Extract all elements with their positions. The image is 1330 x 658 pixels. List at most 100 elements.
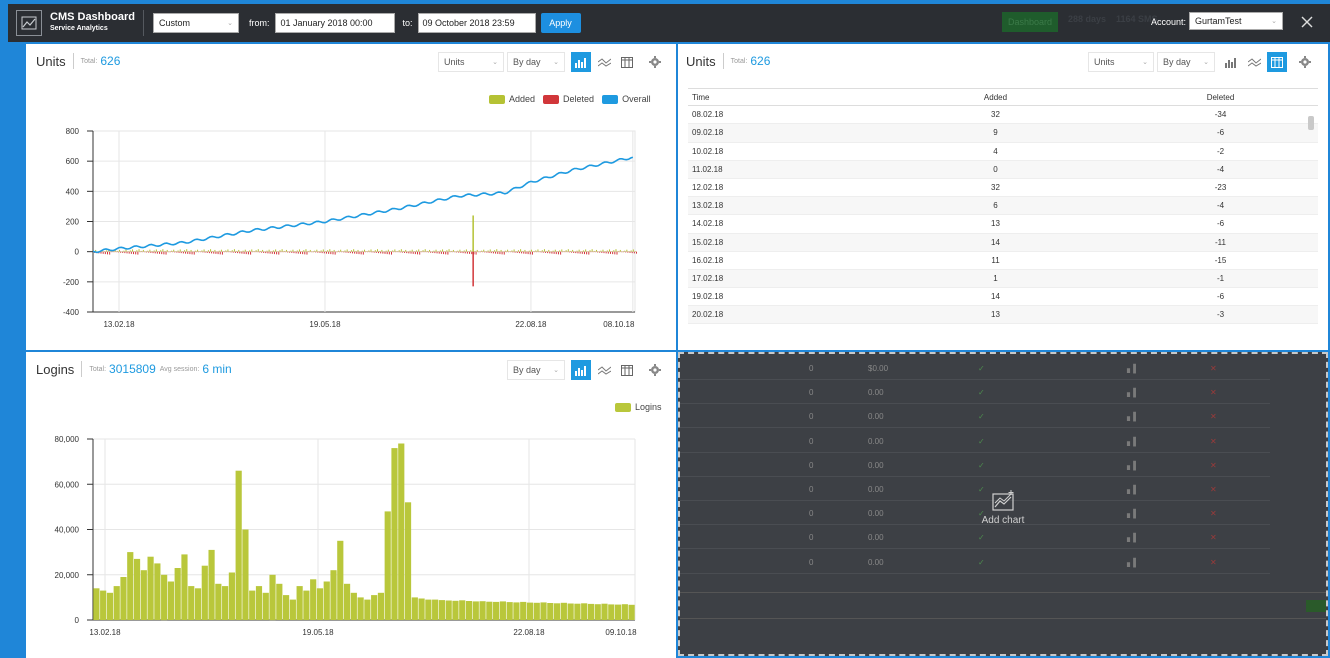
bar-deleted xyxy=(325,251,327,254)
bar-added xyxy=(442,249,444,252)
bar-deleted xyxy=(315,251,317,253)
bar-added xyxy=(119,249,121,252)
bar-deleted xyxy=(544,251,546,253)
table-row[interactable]: 09.02.18 9 -6 xyxy=(688,124,1318,143)
bar-added xyxy=(134,251,136,252)
bar-deleted xyxy=(484,251,486,253)
period-dropdown[interactable]: By day ⌄ xyxy=(1157,52,1215,72)
table-row[interactable]: 16.02.18 11 -15 xyxy=(688,252,1318,270)
bar-deleted xyxy=(302,251,304,255)
bar-deleted xyxy=(577,251,579,254)
table-cell: 14.02.18 xyxy=(692,219,724,229)
total-label: Total: xyxy=(730,57,748,65)
bar-deleted xyxy=(566,251,568,253)
bar-added xyxy=(582,250,584,252)
table-row[interactable]: 10.02.18 4 -2 xyxy=(688,143,1318,161)
bar-deleted xyxy=(152,251,154,254)
table-row[interactable]: 13.02.18 6 -4 xyxy=(688,197,1318,216)
column-header[interactable]: Added xyxy=(868,93,1123,102)
bar-added xyxy=(491,251,493,252)
scrollbar-thumb[interactable] xyxy=(1308,116,1314,130)
bar-added xyxy=(335,251,337,253)
bar-deleted xyxy=(306,251,308,255)
table-cell: 14 xyxy=(991,237,1000,247)
bar-deleted xyxy=(215,251,217,254)
table-row[interactable]: 19.02.18 14 -6 xyxy=(688,288,1318,307)
add-chart-button[interactable]: Add chart xyxy=(980,490,1026,526)
bar-deleted xyxy=(102,251,104,254)
bar-added xyxy=(533,251,535,252)
bar-added xyxy=(246,251,248,252)
bar-deleted xyxy=(139,251,141,253)
bar-deleted xyxy=(421,251,423,253)
table-row[interactable]: 12.02.18 32 -23 xyxy=(688,179,1318,198)
bar-added xyxy=(175,251,177,252)
close-icon[interactable] xyxy=(1298,13,1316,31)
table-cell: 14 xyxy=(991,292,1000,302)
bar-deleted xyxy=(200,251,202,253)
bg-cell: 0 xyxy=(809,509,814,519)
bar-logins xyxy=(404,502,412,620)
scrollbar[interactable] xyxy=(1308,110,1314,328)
table-row[interactable]: 11.02.18 0 -4 xyxy=(688,160,1318,179)
bar-added xyxy=(366,251,368,252)
bar-added xyxy=(457,250,459,252)
bar-added xyxy=(409,250,411,252)
bar-added xyxy=(635,251,636,252)
account-select[interactable]: GurtamTest ⌄ xyxy=(1189,12,1283,30)
from-date-input[interactable]: 01 January 2018 00:00 xyxy=(275,13,396,33)
column-header[interactable]: Deleted xyxy=(1123,93,1318,102)
bar-deleted xyxy=(120,251,122,253)
range-preset-select[interactable]: Custom ⌄ xyxy=(152,13,239,33)
table-row[interactable]: 14.02.18 13 -6 xyxy=(688,215,1318,234)
bar-deleted xyxy=(570,251,572,253)
to-date-input[interactable]: 09 October 2018 23:59 xyxy=(417,13,536,33)
bar-logins xyxy=(215,583,222,620)
bar-added xyxy=(242,250,244,252)
table-cell: 32 xyxy=(991,183,1000,193)
bar-deleted xyxy=(510,251,512,253)
bar-added xyxy=(478,251,480,253)
bar-deleted xyxy=(514,251,516,253)
table-row[interactable]: 15.02.18 14 -11 xyxy=(688,233,1318,252)
table-view-icon[interactable] xyxy=(1267,52,1287,72)
bar-chart-icon: ▖▌ xyxy=(1127,485,1139,494)
table-row[interactable]: 20.02.18 13 -3 xyxy=(688,306,1318,325)
bar-deleted xyxy=(607,251,609,254)
x-tick-label: 22.08.18 xyxy=(513,628,545,637)
bar-deleted xyxy=(224,251,226,253)
bar-added xyxy=(207,250,209,252)
check-icon: ✓ xyxy=(978,364,985,373)
bar-added xyxy=(567,249,569,252)
table-row[interactable]: 17.02.18 1 -1 xyxy=(688,269,1318,289)
bar-logins xyxy=(228,572,235,620)
bar-logins xyxy=(560,602,567,620)
bar-added xyxy=(123,250,125,252)
bar-deleted xyxy=(133,251,135,255)
bar-deleted xyxy=(124,251,126,254)
y-tick-label: 0 xyxy=(75,616,80,625)
bar-chart-view-icon[interactable] xyxy=(1221,52,1241,72)
bar-added xyxy=(598,251,600,253)
gear-icon[interactable] xyxy=(1295,52,1315,72)
bg-table-row: 0 0.00 ✓ ▖▌ ✕ xyxy=(680,404,1270,429)
line-chart-view-icon[interactable] xyxy=(1244,52,1264,72)
apply-button[interactable]: Apply xyxy=(540,13,581,33)
table-cell: -23 xyxy=(1214,183,1227,193)
metric-dropdown[interactable]: Units ⌄ xyxy=(1088,52,1154,72)
bar-chart-icon: ▖▌ xyxy=(1127,460,1139,470)
bg-cell: 0 xyxy=(809,533,814,543)
add-chart-dropzone[interactable]: 0 $0.00 ✓ ▖▌ ✕ 0 0.00 ✓ ▖▌ ✕ 0 0.00 ✓ ▖▌ ✕ 0 0.00 ✓ ▖▌ ✕ 0 0.… xyxy=(678,352,1328,656)
bg-cell: 0 xyxy=(809,388,814,398)
bar-deleted xyxy=(256,251,258,253)
bar-logins xyxy=(208,549,215,620)
bar-deleted xyxy=(176,251,178,253)
column-header[interactable]: Time xyxy=(688,93,868,102)
bar-added xyxy=(218,250,220,252)
bar-added xyxy=(526,251,528,253)
bar-deleted xyxy=(276,251,278,255)
bar-deleted xyxy=(150,251,152,253)
check-icon: ✓ xyxy=(978,533,985,543)
table-row[interactable]: 08.02.18 32 -34 xyxy=(688,106,1318,125)
bar-deleted xyxy=(148,251,150,253)
